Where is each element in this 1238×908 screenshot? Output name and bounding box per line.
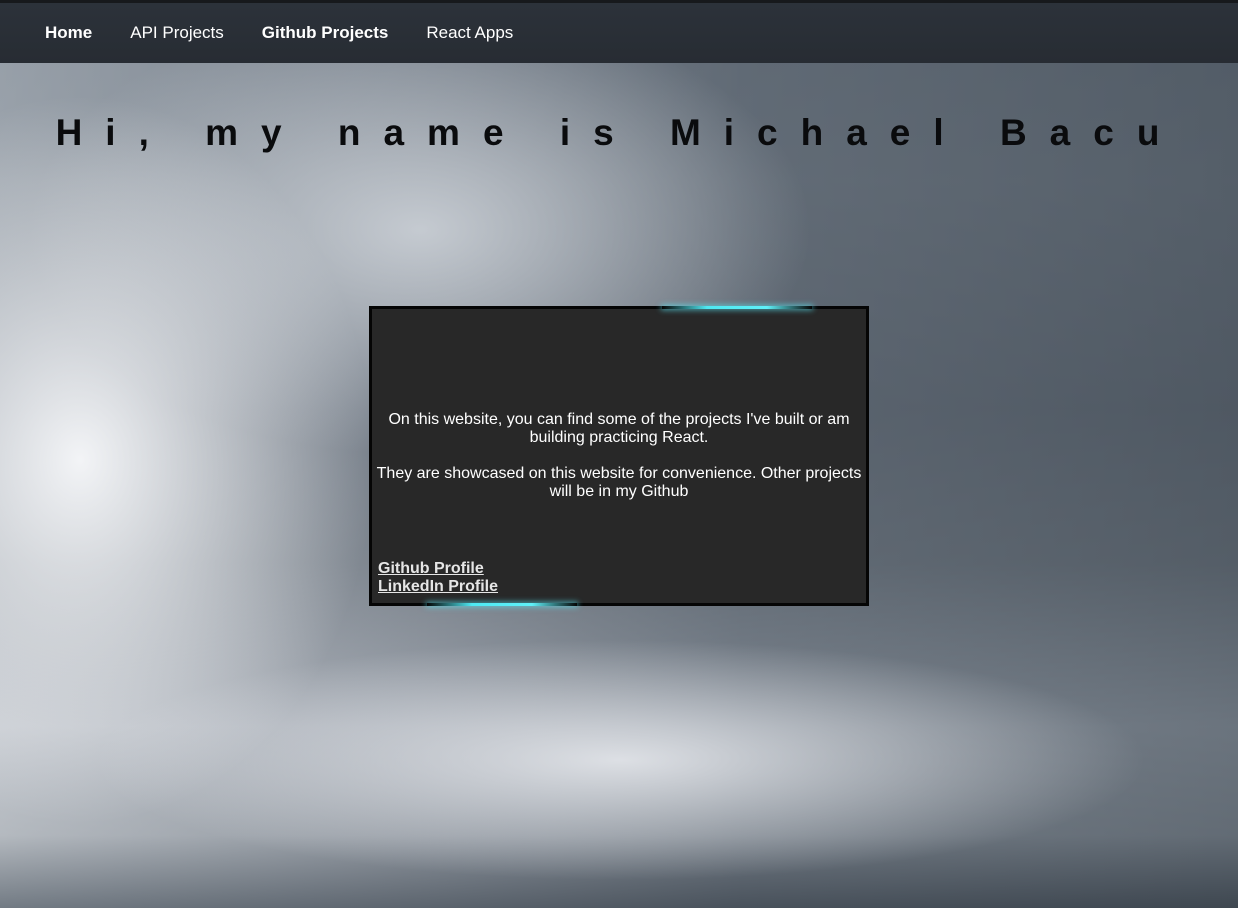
nav-home-link[interactable]: Home — [45, 23, 92, 43]
github-profile-link[interactable]: Github Profile — [378, 560, 498, 578]
top-navbar: Home API Projects Github Projects React … — [0, 3, 1238, 63]
intro-paragraph-1: On this website, you can find some of th… — [388, 411, 850, 446]
intro-paragraph-2: They are showcased on this website for c… — [376, 465, 862, 500]
linkedin-profile-link[interactable]: LinkedIn Profile — [378, 578, 498, 596]
nav-api-projects-link[interactable]: API Projects — [130, 23, 224, 43]
nav-react-apps-link[interactable]: React Apps — [426, 23, 513, 43]
nav-github-projects-link[interactable]: Github Projects — [262, 23, 389, 43]
card-glow-accent-bottom — [427, 603, 577, 606]
hero-title: Hi, my name is Michael Bacu — [55, 112, 1183, 153]
profile-links: Github Profile LinkedIn Profile — [378, 560, 498, 596]
intro-card: On this website, you can find some of th… — [369, 306, 869, 606]
intro-text: On this website, you can find some of th… — [376, 411, 862, 519]
card-glow-accent-top — [662, 306, 812, 309]
